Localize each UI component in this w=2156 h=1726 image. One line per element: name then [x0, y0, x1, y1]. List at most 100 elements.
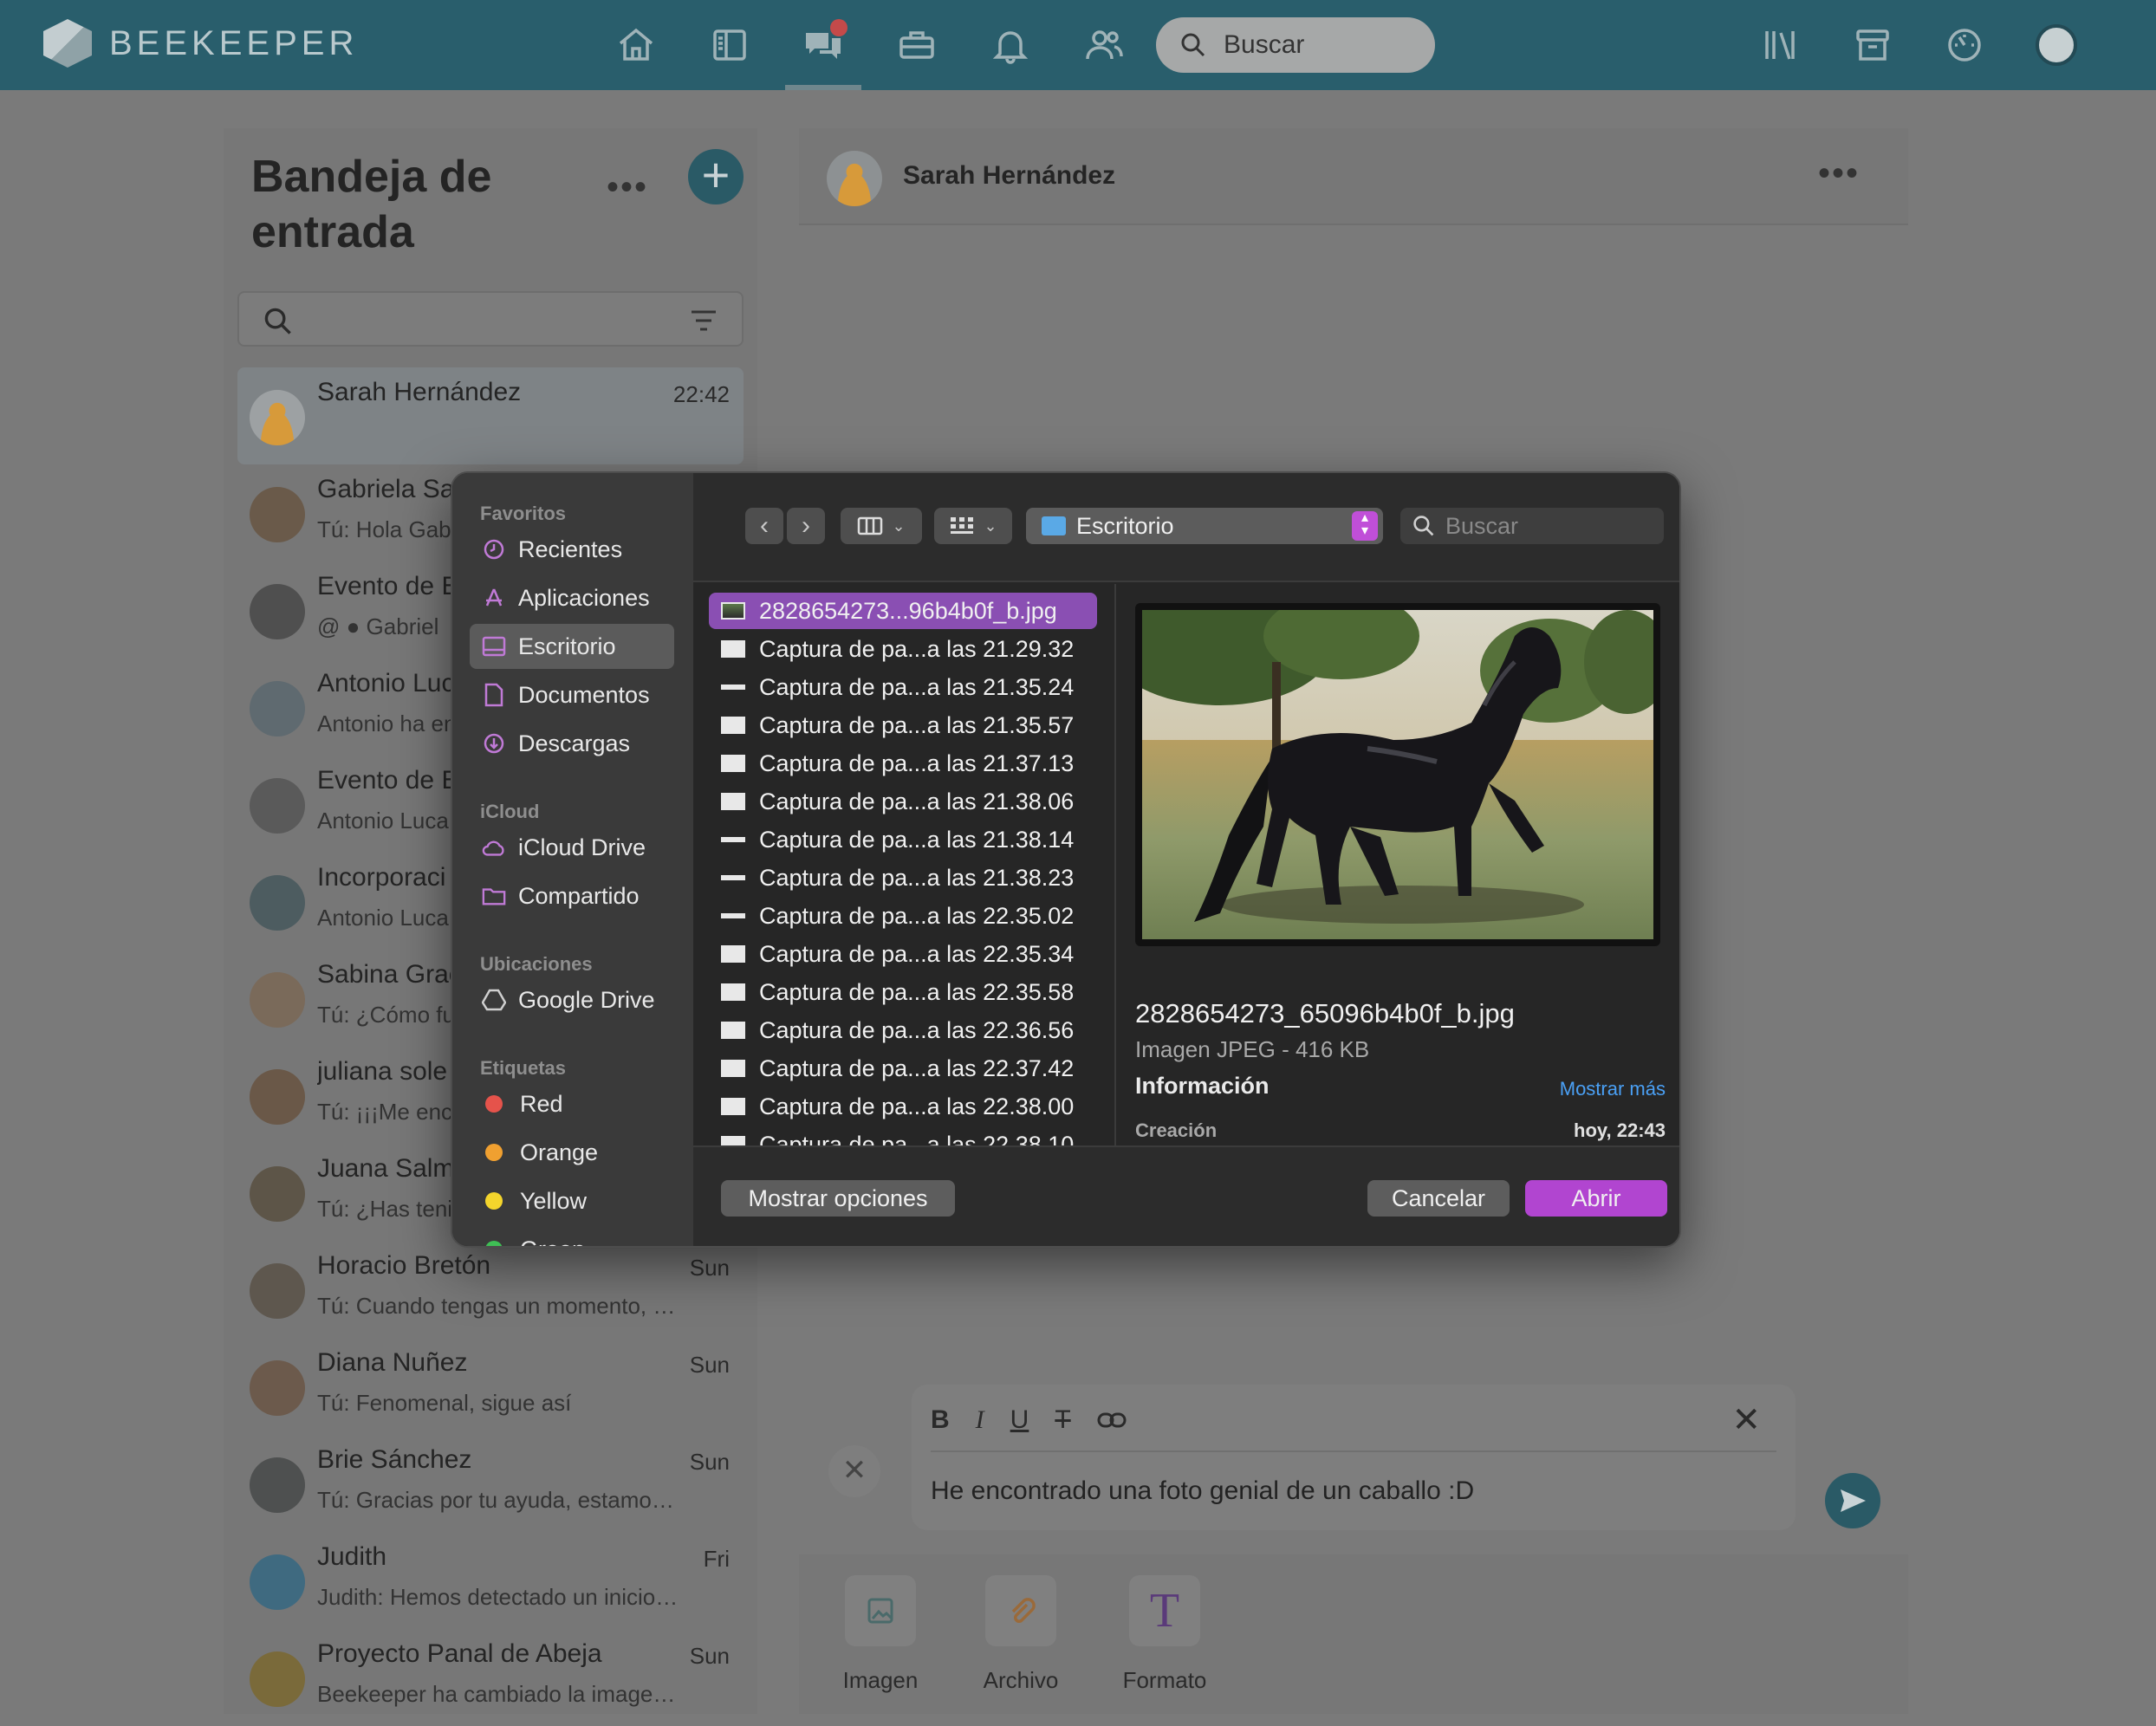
tag-yellow[interactable]: Yellow — [470, 1178, 674, 1223]
global-search[interactable]: Buscar — [1156, 17, 1435, 73]
document-icon — [484, 683, 503, 707]
send-icon — [1841, 1489, 1866, 1512]
strikethrough-icon[interactable]: T — [1055, 1405, 1070, 1435]
yellow-tag-icon — [485, 1192, 503, 1210]
send-button[interactable] — [1825, 1473, 1880, 1528]
file-row[interactable]: Captura de pa...a las 22.38.00 — [709, 1088, 1097, 1125]
dialog-toolbar: ‹ › ⌄ ⌄ Escritorio ▴ ▾ Buscar — [693, 473, 1679, 582]
section-favoritos: Favoritos — [480, 503, 567, 524]
file-row[interactable]: Captura de pa...a las 21.38.06 — [709, 783, 1097, 820]
preview-created-value: hoy, 22:43 — [1574, 1119, 1666, 1141]
conversation-avatar — [250, 487, 305, 542]
forward-button[interactable]: › — [787, 508, 825, 544]
file-row[interactable]: Captura de pa...a las 22.36.56 — [709, 1012, 1097, 1048]
conversation-item[interactable]: Diana Nuñez Sun Tú: Fenomenal, sigue así — [237, 1338, 744, 1435]
file-row[interactable]: Captura de pa...a las 21.29.32 — [709, 631, 1097, 667]
link-icon[interactable] — [1097, 1411, 1127, 1429]
conversation-item[interactable]: Sarah Hernández 22:42 — [237, 367, 744, 464]
nav-people[interactable] — [1057, 0, 1151, 90]
cancel-compose-button[interactable]: ✕ — [828, 1445, 880, 1497]
sidebar-item-aplicaciones[interactable]: Aplicaciones — [470, 575, 674, 620]
nav-chat[interactable] — [776, 0, 870, 90]
sidebar-item-compartido[interactable]: Compartido — [470, 873, 674, 918]
sidebar-item-icloud-drive[interactable]: iCloud Drive — [470, 825, 674, 870]
nav-tools[interactable] — [870, 0, 964, 90]
columns-view-icon — [858, 516, 883, 535]
sidebar-item-label: Recientes — [518, 535, 623, 562]
message-composer[interactable]: B I U T ✕ He encontrado una foto genial … — [912, 1385, 1796, 1530]
file-thumbnail-icon — [721, 875, 745, 880]
file-row[interactable]: Captura de pa...a las 21.37.13 — [709, 745, 1097, 782]
file-row[interactable]: 2828654273...96b4b0f_b.jpg — [709, 593, 1097, 629]
drive-icon — [482, 989, 506, 1011]
file-row[interactable]: Captura de pa...a las 21.38.23 — [709, 860, 1097, 896]
conversation-item[interactable]: Brie Sánchez Sun Tú: Gracias por tu ayuda,… — [237, 1435, 744, 1532]
file-row[interactable]: Captura de pa...a las 22.35.34 — [709, 936, 1097, 972]
file-name: Captura de pa...a las 21.38.23 — [759, 864, 1075, 891]
nav-store[interactable] — [1827, 0, 1919, 90]
tag-orange[interactable]: Orange — [470, 1130, 674, 1175]
show-options-button[interactable]: Mostrar opciones — [721, 1180, 955, 1217]
conversation-name: Horacio Bretón — [317, 1251, 491, 1280]
conversation-item[interactable]: Proyecto Panal de Abeja Sun Beekeeper ha c… — [237, 1629, 744, 1726]
nav-news[interactable] — [683, 0, 776, 90]
cancel-button[interactable]: Cancelar — [1367, 1180, 1510, 1217]
brand-logo[interactable]: BEEKEEPER — [43, 19, 358, 68]
file-row[interactable]: Captura de pa...a las 22.37.42 — [709, 1050, 1097, 1087]
nav-dashboard[interactable] — [1919, 0, 2010, 90]
news-icon — [713, 29, 746, 61]
nav-home[interactable] — [589, 0, 683, 90]
sidebar-item-escritorio[interactable]: Escritorio — [470, 624, 674, 669]
sidebar-item-recientes[interactable]: Recientes — [470, 527, 674, 572]
view-mode-button[interactable]: ⌄ — [841, 508, 922, 544]
underline-icon[interactable]: U — [1010, 1405, 1029, 1435]
chevron-down-icon: ⌄ — [984, 516, 997, 535]
italic-icon[interactable]: I — [976, 1405, 984, 1435]
nav-profile[interactable] — [2010, 0, 2102, 90]
file-row[interactable]: Captura de pa...a las 21.38.14 — [709, 821, 1097, 858]
file-row[interactable]: Captura de pa...a las 22.35.58 — [709, 974, 1097, 1010]
file-row[interactable]: Captura de pa...a las 22.38.10 — [709, 1126, 1097, 1145]
sidebar-item-documentos[interactable]: Documentos — [470, 672, 674, 717]
attach-format[interactable]: T Formato — [1113, 1575, 1217, 1694]
chat-more-button[interactable]: ••• — [1818, 154, 1860, 193]
open-button[interactable]: Abrir — [1525, 1180, 1667, 1217]
file-row[interactable]: Captura de pa...a las 21.35.24 — [709, 669, 1097, 705]
tag-label: Green — [520, 1236, 585, 1247]
nav-notifications[interactable] — [964, 0, 1057, 90]
sidebar-item-google-drive[interactable]: Google Drive — [470, 977, 674, 1022]
file-thumbnail-icon — [721, 755, 745, 772]
close-format-icon[interactable]: ✕ — [1731, 1400, 1761, 1440]
bell-icon — [992, 31, 1029, 64]
dialog-search-input[interactable]: Buscar — [1400, 508, 1664, 544]
nav-library[interactable] — [1735, 0, 1827, 90]
back-button[interactable]: ‹ — [745, 508, 783, 544]
conversation-item[interactable]: Judith Fri Judith: Hemos detectado un inic… — [237, 1532, 744, 1629]
file-row[interactable]: Captura de pa...a las 22.35.02 — [709, 898, 1097, 934]
inbox-search-input[interactable] — [237, 291, 744, 347]
library-icon — [1765, 31, 1795, 60]
attach-file[interactable]: Archivo — [969, 1575, 1073, 1694]
inbox-more-button[interactable]: ••• — [607, 168, 648, 207]
tag-green[interactable]: Green — [470, 1227, 674, 1247]
group-button[interactable]: ⌄ — [934, 508, 1012, 544]
composer-text[interactable]: He encontrado una foto genial de un caba… — [931, 1476, 1474, 1506]
conversation-avatar — [250, 390, 305, 445]
tag-label: Orange — [520, 1139, 599, 1165]
show-more-link[interactable]: Mostrar más — [1560, 1078, 1666, 1100]
file-name: Captura de pa...a las 21.35.57 — [759, 711, 1075, 738]
top-bar: BEEKEEPER Buscar — [0, 0, 2156, 90]
conversation-time: Sun — [689, 1255, 730, 1281]
sidebar-item-descargas[interactable]: Descargas — [470, 721, 674, 766]
conversation-avatar — [250, 1263, 305, 1319]
conversation-item[interactable]: Horacio Bretón Sun Tú: Cuando tengas un mo… — [237, 1241, 744, 1338]
tag-red[interactable]: Red — [470, 1081, 674, 1126]
file-row[interactable]: Captura de pa...a las 21.35.57 — [709, 707, 1097, 743]
chat-contact-name[interactable]: Sarah Hernández — [903, 161, 1115, 191]
attach-image[interactable]: Imagen — [828, 1575, 932, 1694]
contact-avatar[interactable] — [827, 151, 882, 206]
bold-icon[interactable]: B — [931, 1405, 950, 1435]
sidebar-item-label: iCloud Drive — [518, 834, 646, 860]
new-conversation-button[interactable]: + — [688, 149, 744, 204]
location-select[interactable]: Escritorio ▴ ▾ — [1026, 508, 1383, 544]
